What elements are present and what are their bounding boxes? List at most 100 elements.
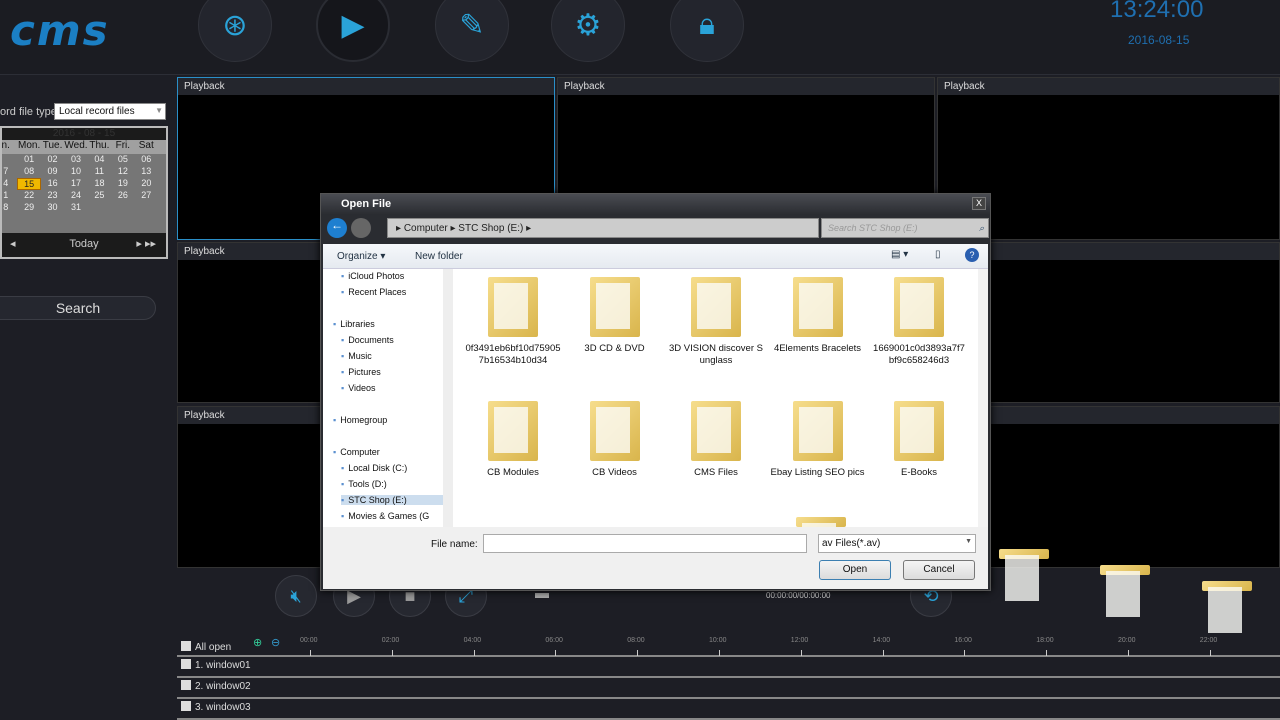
search-button[interactable]: Search [0,296,156,320]
preview-pane-icon[interactable]: ▯ [935,249,941,260]
calendar-day[interactable] [111,202,134,214]
folder-item[interactable]: 0f3491eb6bf10d759057b16534b10d34 [465,277,561,367]
calendar-day[interactable]: 29 [17,202,40,214]
files-scrollbar[interactable] [978,269,988,527]
back-button[interactable]: ← [327,218,347,238]
nav-tree-item[interactable]: ▪ Documents [341,335,394,345]
calendar-day[interactable]: 06 [135,154,158,166]
calendar-day[interactable]: 10 [64,166,87,178]
calendar-day[interactable]: 30 [41,202,64,214]
timeline-window-row[interactable]: 1. window01 [177,657,1280,678]
nav-tree-item[interactable]: ▪ Music [341,351,372,361]
timeline-tick [637,650,639,656]
calendar-day[interactable]: 05 [111,154,134,166]
window-checkbox[interactable] [181,701,191,711]
playback-button[interactable]: ▶ [316,0,390,62]
calendar-day[interactable]: 22 [17,190,40,202]
nav-tree-item[interactable]: ▪ Tools (D:) [341,479,387,489]
search-video-button[interactable]: ⊛ [198,0,272,62]
breadcrumb-drive[interactable]: STC Shop (E:) [458,223,523,234]
nav-tree-item[interactable]: ▪ Computer [333,447,380,457]
calendar-day[interactable]: 19 [111,178,134,190]
nav-tree-item[interactable]: ▪ Videos [341,383,376,393]
calendar-day[interactable]: 04 [88,154,111,166]
timeline-window-row[interactable]: 2. window02 [177,678,1280,699]
organize-button[interactable]: Organize ▾ [337,251,385,262]
playback-time: 00:00:00/00:00:00 [766,591,831,600]
calendar-day[interactable]: 15 [17,178,41,190]
tree-scrollbar[interactable] [443,269,453,527]
folder-item[interactable]: Ebay Listing SEO pics [770,401,866,479]
cancel-button[interactable]: Cancel [903,560,975,580]
search-input[interactable]: Search STC Shop (E:) ⌕ [821,218,989,238]
calendar-day[interactable]: 13 [135,166,158,178]
new-folder-button[interactable]: New folder [415,251,463,262]
folder-item[interactable]: E-Books [871,401,967,479]
zoom-out-icon[interactable]: ⊖ [271,636,280,649]
calendar-day[interactable]: 23 [41,190,64,202]
prev-month-icon[interactable]: ◂ [10,233,16,255]
nav-tree-item[interactable]: ▪ Homegroup [333,415,387,425]
file-type-filter[interactable]: av Files(*.av) ▼ [818,534,976,553]
folder-icon [894,401,944,461]
today-button[interactable]: Today [69,238,98,250]
open-button[interactable]: Open [819,560,891,580]
calendar-day[interactable]: 24 [64,190,87,202]
calendar-day[interactable]: 11 [88,166,111,178]
calendar-day[interactable]: 16 [41,178,64,190]
calendar-day[interactable]: 27 [135,190,158,202]
calendar-day[interactable]: 7 [0,166,17,178]
file-type-select[interactable]: Local record files ▼ [54,103,166,120]
calendar-day[interactable]: 8 [0,202,17,214]
calendar-day[interactable] [88,202,111,214]
window-checkbox[interactable] [181,680,191,690]
next-month-icon[interactable]: ▸ ▸▸ [136,233,156,255]
calendar-day[interactable]: 08 [17,166,40,178]
folder-item[interactable]: CB Modules [465,401,561,479]
calendar-day[interactable]: 25 [88,190,111,202]
folder-item[interactable]: CMS Files [668,401,764,479]
nav-tree-item[interactable]: ▪ Local Disk (C:) [341,463,407,473]
nav-tree-item[interactable]: ▪ STC Shop (E:) [341,495,451,505]
nav-tree-item[interactable]: ▪ iCloud Photos [341,271,404,281]
breadcrumb-computer[interactable]: Computer [404,223,448,234]
calendar-day[interactable]: 03 [64,154,87,166]
calendar-day[interactable]: 01 [17,154,40,166]
calendar-day[interactable]: 09 [41,166,64,178]
nav-tree-item[interactable]: ▪ Recent Places [341,287,406,297]
nav-tree-item[interactable]: ▪ Movies & Games (G [341,511,429,521]
folder-item[interactable]: 3D VISION discover Sunglass [668,277,764,367]
folder-item[interactable]: 4Elements Bracelets [770,277,866,355]
nav-tree-item[interactable]: ▪ Pictures [341,367,381,377]
lock-button[interactable]: 🔒︎ [670,0,744,62]
file-name-input[interactable] [483,534,807,553]
window-checkbox[interactable] [181,659,191,669]
calendar-day[interactable]: 18 [88,178,111,190]
view-options-icon[interactable]: ▤ ▾ [891,249,908,260]
calendar-day[interactable]: 31 [64,202,87,214]
mute-button[interactable]: 🔇︎ [275,575,317,617]
calendar-day[interactable]: 4 [0,178,17,190]
settings-button[interactable]: ⚙ [551,0,625,62]
progress-slider-handle[interactable] [535,593,549,598]
timeline-window-row[interactable]: 3. window03 [177,699,1280,720]
log-button[interactable]: ✎ [435,0,509,62]
zoom-in-icon[interactable]: ⊕ [253,636,262,649]
calendar-day[interactable]: 20 [135,178,158,190]
close-button[interactable]: X [972,197,986,210]
address-bar[interactable]: ▸ Computer ▸ STC Shop (E:) ▸ [387,218,819,238]
calendar-day[interactable]: 12 [111,166,134,178]
all-open-checkbox[interactable] [181,641,191,651]
folder-item[interactable]: 3D CD & DVD [567,277,663,355]
calendar-day[interactable]: 1 [0,190,17,202]
calendar-day[interactable]: 02 [41,154,64,166]
calendar-day[interactable]: 17 [64,178,87,190]
folder-item[interactable]: CB Videos [567,401,663,479]
calendar-day[interactable]: 26 [111,190,134,202]
calendar-day[interactable] [0,154,17,166]
calendar-day[interactable] [135,202,158,214]
nav-tree-item[interactable]: ▪ Libraries [333,319,375,329]
folder-item[interactable]: 1669001c0d3893a7f7bf9c658246d3 [871,277,967,367]
help-icon[interactable]: ? [965,248,979,262]
forward-button[interactable] [351,218,371,238]
